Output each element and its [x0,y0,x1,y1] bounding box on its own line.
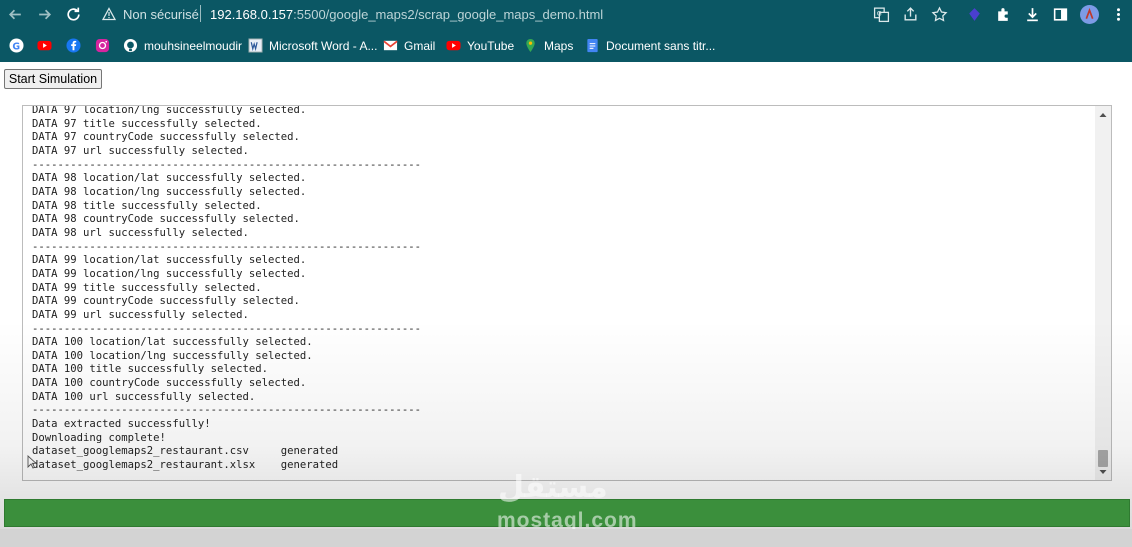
side-panel-icon[interactable] [1052,6,1069,23]
forward-arrow-icon[interactable] [36,6,53,23]
log-line: ----------------------------------------… [32,158,422,171]
browser-toolbar: Non sécurisé 192.168.0.157:5500/google_m… [0,0,1132,29]
bookmark-docs[interactable]: Document sans titr... [585,37,715,54]
profile-avatar-icon[interactable] [1080,5,1099,24]
log-line: dataset_googlemaps2_restaurant.csv gener… [32,445,339,458]
bookmark-maps[interactable]: Maps [523,37,573,54]
log-line: DATA 99 location/lng successfully select… [32,267,307,280]
svg-text:G: G [877,10,882,18]
url-text[interactable]: 192.168.0.157:5500/google_maps2/scrap_go… [210,7,603,22]
log-console[interactable]: DATA 97 location/lng successfully select… [22,105,1112,481]
svg-text:G: G [12,41,20,52]
download-icon[interactable] [1024,6,1041,23]
bookmark-youtube-1[interactable] [37,37,58,54]
maps-icon [526,38,535,53]
log-line: DATA 100 location/lng successfully selec… [32,349,313,362]
url-separator [200,5,201,22]
youtube-icon [37,40,52,51]
reload-icon[interactable] [65,6,82,23]
console-scrollbar[interactable] [1095,106,1111,480]
log-line: DATA 98 location/lat successfully select… [32,172,307,185]
scrollbar-thumb[interactable] [1098,450,1108,467]
bottom-strip [0,529,1132,547]
more-menu-icon[interactable] [1110,6,1127,23]
security-status[interactable]: Non sécurisé [123,7,199,22]
word-icon [248,38,263,53]
warning-icon[interactable] [102,7,116,21]
log-line: ----------------------------------------… [32,322,422,335]
bookmark-instagram[interactable] [95,37,116,54]
bookmark-google[interactable]: G [9,37,30,54]
log-line: DATA 100 countryCode successfully select… [32,377,307,390]
mouse-cursor-icon [27,455,36,469]
log-line: ----------------------------------------… [32,404,422,417]
log-line: Downloading complete! [32,431,166,444]
back-arrow-icon[interactable] [7,6,24,23]
extensions-puzzle-icon[interactable] [995,6,1012,23]
youtube-icon [446,40,461,51]
gmail-icon [383,40,398,51]
log-line: DATA 97 url successfully selected. [32,144,249,157]
log-line: DATA 97 location/lng successfully select… [32,105,307,116]
scroll-down-arrow-icon[interactable] [1098,467,1108,477]
log-line: DATA 99 url successfully selected. [32,308,249,321]
bookmark-facebook[interactable] [66,37,87,54]
bookmark-youtube-2[interactable]: YouTube [446,37,514,54]
share-icon[interactable] [902,6,919,23]
log-line: dataset_googlemaps2_restaurant.xlsx gene… [32,459,339,472]
scroll-up-arrow-icon[interactable] [1098,110,1108,120]
bookmark-word[interactable]: Microsoft Word - A... [248,37,377,54]
log-line: DATA 98 title successfully selected. [32,199,262,212]
bookmark-star-icon[interactable] [931,6,948,23]
log-lines: DATA 97 location/lng successfully select… [32,105,422,473]
watermark-arabic: مستقل [498,470,608,505]
facebook-icon [66,38,81,53]
log-line: DATA 100 title successfully selected. [32,363,268,376]
start-simulation-button[interactable]: Start Simulation [4,69,102,89]
log-line: Data extracted successfully! [32,418,211,431]
instagram-icon [95,38,110,53]
docs-icon [587,38,598,53]
log-line: DATA 99 countryCode successfully selecte… [32,295,300,308]
log-line: DATA 100 url successfully selected. [32,390,256,403]
bookmark-gmail[interactable]: Gmail [383,37,435,54]
log-line: DATA 97 title successfully selected. [32,117,262,130]
translate-icon[interactable]: G [873,6,890,23]
bookmarks-bar: G mouhsineelmoudir Microsoft Word - A...… [0,29,1132,62]
log-line: DATA 99 location/lat successfully select… [32,254,307,267]
log-line: DATA 98 url successfully selected. [32,226,249,239]
log-line: ----------------------------------------… [32,240,422,253]
bookmark-github[interactable]: mouhsineelmoudir [123,37,242,54]
github-icon [123,38,138,53]
log-line: DATA 99 title successfully selected. [32,281,262,294]
log-line: DATA 97 countryCode successfully selecte… [32,131,300,144]
log-line: DATA 98 countryCode successfully selecte… [32,213,300,226]
google-icon: G [9,38,24,53]
log-line: DATA 98 location/lng successfully select… [32,185,307,198]
log-line: DATA 100 location/lat successfully selec… [32,336,313,349]
extension-gem-icon[interactable] [966,6,983,23]
